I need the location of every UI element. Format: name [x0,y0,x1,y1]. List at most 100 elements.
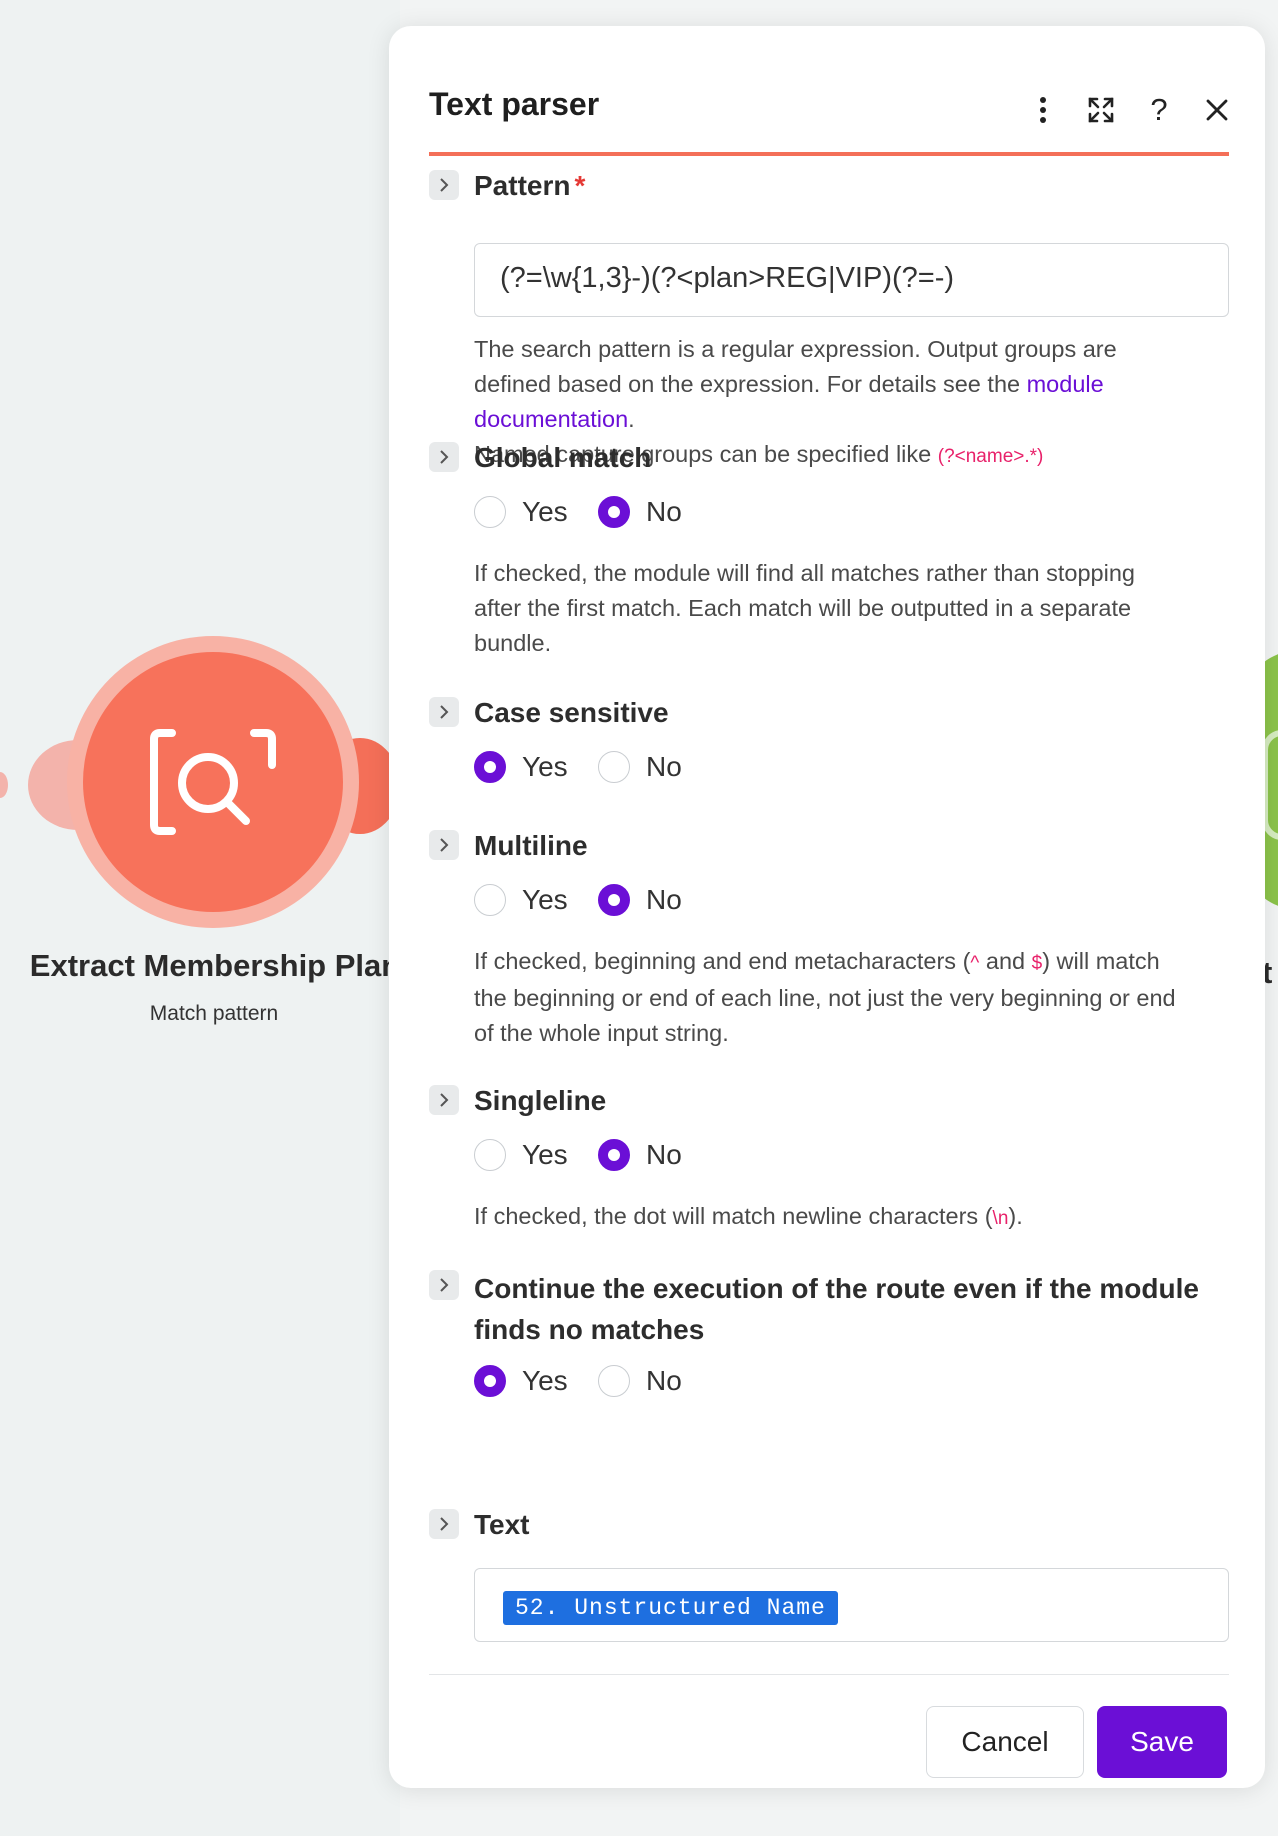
case-sensitive-no-radio[interactable]: No [598,751,682,783]
pattern-help-text: defined based on the expression. For det… [474,371,1027,397]
singleline-yes-radio[interactable]: Yes [474,1139,568,1171]
global-match-expand-toggle[interactable] [429,442,459,472]
multiline-expand-toggle[interactable] [429,830,459,860]
global-match-field: Global match Yes No If checked, the modu… [429,438,1229,656]
text-input[interactable]: 52. Unstructured Name [474,1568,1229,1642]
help-line: If checked, beginning and end metacharac… [474,944,1234,981]
case-sensitive-field: Case sensitive Yes No [429,693,1229,803]
dialog-header: Text parser ? [429,52,1229,156]
radio-circle [474,1139,506,1171]
text-field: Text 52. Unstructured Name [429,1505,1229,1645]
incoming-connector [0,772,8,798]
radio-label: No [646,884,682,915]
chevron-right-icon [440,1278,449,1292]
pattern-help-line2: defined based on the expression. For det… [474,367,1234,402]
help-text: and [979,948,1032,974]
continue-execution-yes-radio[interactable]: Yes [474,1365,568,1397]
radio-circle [598,1365,630,1397]
global-match-label: Global match [474,442,652,473]
question-mark-icon: ? [1150,92,1168,127]
radio-circle [474,884,506,916]
module-documentation-link-cont[interactable]: documentation [474,406,628,432]
radio-label: No [646,496,682,527]
pattern-header: Pattern * [429,166,1229,206]
radio-circle [598,751,630,783]
continue-execution-radios: Yes No [474,1365,974,1405]
expand-arrows-icon [1088,97,1114,123]
multiline-header: Multiline [429,826,1229,866]
dollar-code: $ [1031,953,1043,974]
radio-label: Yes [522,496,568,527]
multiline-field: Multiline Yes No If checked, beginning a… [429,826,1229,1056]
singleline-no-radio[interactable]: No [598,1139,682,1171]
text-expand-toggle[interactable] [429,1509,459,1539]
radio-label: No [646,1139,682,1170]
footer-divider [429,1674,1229,1675]
multiline-radios: Yes No [474,884,974,924]
case-sensitive-radios: Yes No [474,751,974,791]
module-documentation-link[interactable]: module [1027,371,1104,397]
module-circle[interactable] [83,652,343,912]
radio-label: Yes [522,1139,568,1170]
singleline-radios: Yes No [474,1139,974,1179]
chevron-right-icon [440,178,449,192]
save-button[interactable]: Save [1097,1706,1227,1778]
case-sensitive-header: Case sensitive [429,693,1229,733]
help-text: If checked, beginning and end metacharac… [474,948,971,974]
multiline-yes-radio[interactable]: Yes [474,884,568,916]
more-options-button[interactable] [1021,88,1065,132]
global-match-radios: Yes No [474,496,974,536]
continue-execution-header: Continue the execution of the route even… [429,1266,1229,1345]
help-button[interactable]: ? [1137,88,1181,132]
module-node[interactable]: Extract Membership Plan Match pattern [0,630,400,1025]
close-icon [1206,99,1228,121]
text-parser-dialog: Text parser ? Pattern * (?=\w{1,3}-)(?<p… [389,26,1265,1788]
expand-button[interactable] [1079,88,1123,132]
module-subtitle: Match pattern [149,1002,279,1025]
singleline-label: Singleline [474,1085,607,1116]
continue-execution-label: Continue the execution of the route even… [474,1268,1234,1350]
help-text: ) will match [1042,948,1160,974]
global-match-header: Global match [429,438,1229,478]
singleline-help: If checked, the dot will match newline c… [474,1199,1234,1236]
pattern-help-period: . [628,406,635,432]
module-title[interactable]: Extract Membership Plan [0,948,430,984]
radio-circle-selected [598,496,630,528]
help-line: after the first match. Each match will b… [474,595,1132,621]
chevron-right-icon [440,1093,449,1107]
caret-code: ^ [970,953,980,974]
chevron-right-icon [440,1517,449,1531]
help-text: ). [1008,1203,1023,1229]
help-text: If checked, the dot will match newline c… [474,1203,993,1229]
continue-execution-field: Continue the execution of the route even… [429,1266,1229,1426]
label-line: Continue the execution of the route even… [474,1273,1199,1304]
multiline-no-radio[interactable]: No [598,884,682,916]
radio-label: Yes [522,1365,568,1396]
radio-label: Yes [522,751,568,782]
case-sensitive-expand-toggle[interactable] [429,697,459,727]
pattern-label-text: Pattern [474,170,571,201]
text-parser-search-icon [150,729,276,835]
radio-circle-selected [598,884,630,916]
radio-label: No [646,751,682,782]
scenario-canvas[interactable]: Extract Membership Plan Match pattern t … [0,0,1278,1836]
pattern-input[interactable]: (?=\w{1,3}-)(?<plan>REG|VIP)(?=-) [474,243,1229,317]
case-sensitive-yes-radio[interactable]: Yes [474,751,568,783]
text-header: Text [429,1505,1229,1545]
close-button[interactable] [1195,88,1239,132]
global-match-no-radio[interactable]: No [598,496,682,528]
multiline-help: If checked, beginning and end metacharac… [474,944,1234,1051]
dialog-title: Text parser [429,86,600,122]
radio-circle [474,496,506,528]
multiline-label: Multiline [474,830,588,861]
global-match-yes-radio[interactable]: Yes [474,496,568,528]
cancel-button[interactable]: Cancel [926,1706,1084,1778]
pattern-help-line1: The search pattern is a regular expressi… [474,336,1117,362]
continue-execution-no-radio[interactable]: No [598,1365,682,1397]
mapped-variable-pill[interactable]: 52. Unstructured Name [503,1591,838,1625]
continue-execution-expand-toggle[interactable] [429,1270,459,1300]
singleline-expand-toggle[interactable] [429,1085,459,1115]
pattern-expand-toggle[interactable] [429,170,459,200]
newline-code: \n [992,1208,1009,1229]
chevron-right-icon [440,838,449,852]
